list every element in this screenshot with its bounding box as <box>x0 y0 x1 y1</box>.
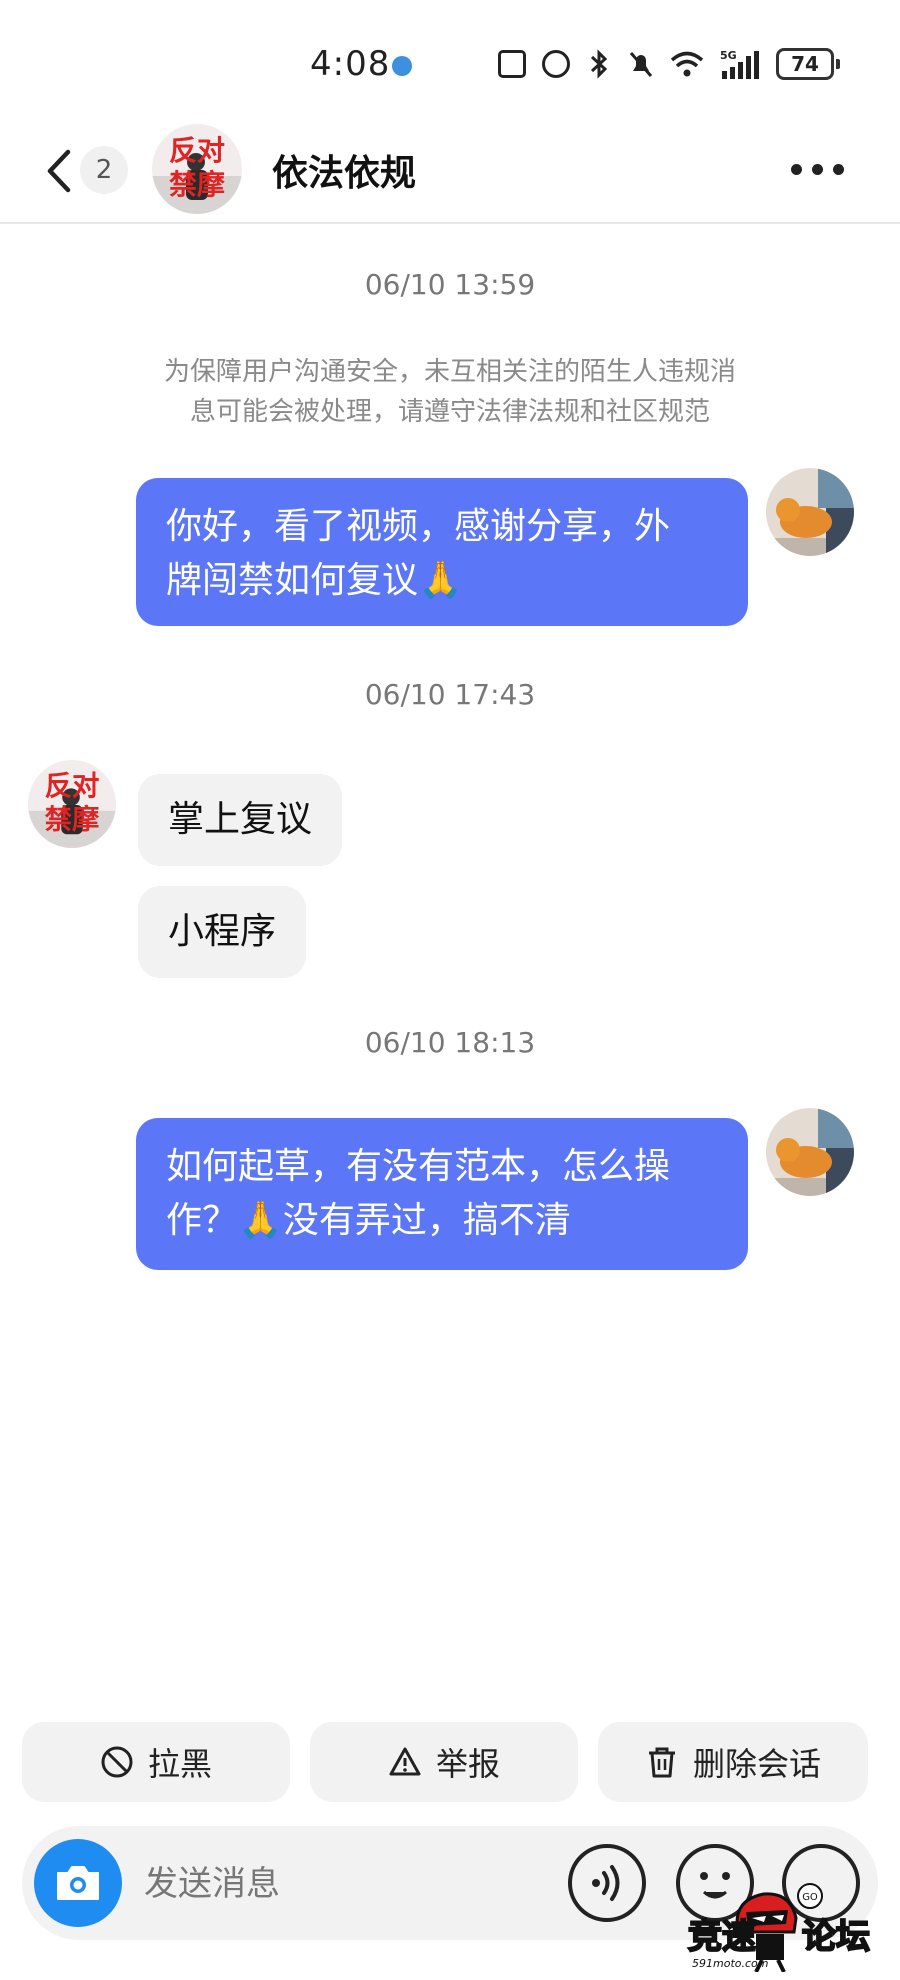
svg-text:GO: GO <box>802 1892 818 1903</box>
system-notice-line: 息可能会被处理，请遵守法律法规和社区规范 <box>189 397 710 427</box>
dot-icon <box>791 164 802 175</box>
report-label: 举报 <box>435 1745 500 1783</box>
block-button[interactable]: 拉黑 <box>22 1722 290 1802</box>
forum-watermark: GO 竞速 论坛 591moto.com <box>687 1872 890 1972</box>
location-dot-icon <box>392 56 412 76</box>
wifi-icon <box>670 51 704 77</box>
status-time: 4:08 <box>310 44 391 84</box>
status-bar: 4:08 5G 74 <box>0 0 900 120</box>
voice-button[interactable] <box>566 1842 648 1924</box>
svg-text:禁摩: 禁摩 <box>45 803 100 835</box>
delete-conversation-label: 删除会话 <box>692 1745 821 1783</box>
camera-icon <box>57 1866 99 1900</box>
signal-5g-icon: 5G <box>720 49 759 79</box>
camera-button[interactable] <box>34 1839 122 1927</box>
message-text: 你好，看了视频，感谢分享，外 <box>166 506 671 547</box>
watermark-text: 论坛 <box>801 1916 871 1958</box>
mute-bell-icon <box>629 52 653 77</box>
pray-emoji-icon: 🙏 <box>418 560 463 601</box>
chat-header: 2 反对 禁摩 依法依规 <box>0 120 900 224</box>
svg-text:反对: 反对 <box>45 771 100 802</box>
message-text: 掌上复议 <box>168 799 313 840</box>
outgoing-message-bubble[interactable]: 你好，看了视频，感谢分享，外 牌闯禁如何复议🙏 <box>136 478 748 626</box>
my-avatar[interactable] <box>766 468 854 556</box>
message-timestamp: 06/10 18:13 <box>364 1026 536 1059</box>
contact-avatar[interactable]: 反对 禁摩 <box>152 124 242 214</box>
unread-count-badge[interactable]: 2 <box>80 146 128 194</box>
message-timestamp: 06/10 13:59 <box>364 268 536 301</box>
svg-text:反对: 反对 <box>169 134 225 167</box>
message-input[interactable] <box>142 1856 546 1912</box>
battery-icon: 74 <box>776 48 840 80</box>
contact-avatar[interactable]: 反对 禁摩 <box>28 760 116 848</box>
report-button[interactable]: 举报 <box>310 1722 578 1802</box>
message-timestamp: 06/10 17:43 <box>364 678 536 711</box>
my-avatar[interactable] <box>766 1108 854 1196</box>
watermark-site: 591moto.com <box>692 1957 769 1970</box>
watermark-text: 竞速 <box>687 1916 757 1958</box>
contact-name: 依法依规 <box>272 153 417 194</box>
more-options-button[interactable] <box>791 164 844 175</box>
svg-text:5G: 5G <box>720 49 737 62</box>
message-text: 作？🙏没有弄过，搞不清 <box>166 1200 571 1241</box>
message-text: 如何起草，有没有范本，怎么操 <box>166 1146 671 1187</box>
system-notice-line: 为保障用户沟通安全，未互相关注的陌生人违规消 <box>163 357 736 387</box>
block-label: 拉黑 <box>147 1745 212 1783</box>
chat-screen: 4:08 5G 74 2 反对 禁摩 依法依规 06/10 13:59 为保障用… <box>0 0 900 1980</box>
battery-level: 74 <box>776 48 834 80</box>
bluetooth-icon <box>590 49 608 79</box>
delete-conversation-button[interactable]: 删除会话 <box>598 1722 868 1802</box>
message-text: 牌闯禁如何复议🙏 <box>166 560 463 601</box>
dot-icon <box>812 164 823 175</box>
dot-icon <box>833 164 844 175</box>
nfc-icon <box>498 50 526 78</box>
alarm-icon <box>542 50 570 78</box>
block-icon <box>101 1746 133 1778</box>
warning-icon <box>389 1747 421 1776</box>
incoming-message-bubble[interactable]: 小程序 <box>138 886 307 978</box>
trash-icon <box>648 1747 675 1778</box>
back-button[interactable] <box>40 146 80 196</box>
message-text: 小程序 <box>168 911 277 952</box>
incoming-message-bubble[interactable]: 掌上复议 <box>138 774 343 866</box>
pray-emoji-icon: 🙏 <box>238 1200 283 1241</box>
system-notice: 为保障用户沟通安全，未互相关注的陌生人违规消 息可能会被处理，请遵守法律法规和社… <box>110 352 790 432</box>
svg-text:禁摩: 禁摩 <box>169 168 225 201</box>
outgoing-message-bubble[interactable]: 如何起草，有没有范本，怎么操 作？🙏没有弄过，搞不清 <box>136 1118 748 1270</box>
status-icons: 5G 74 <box>498 48 840 80</box>
